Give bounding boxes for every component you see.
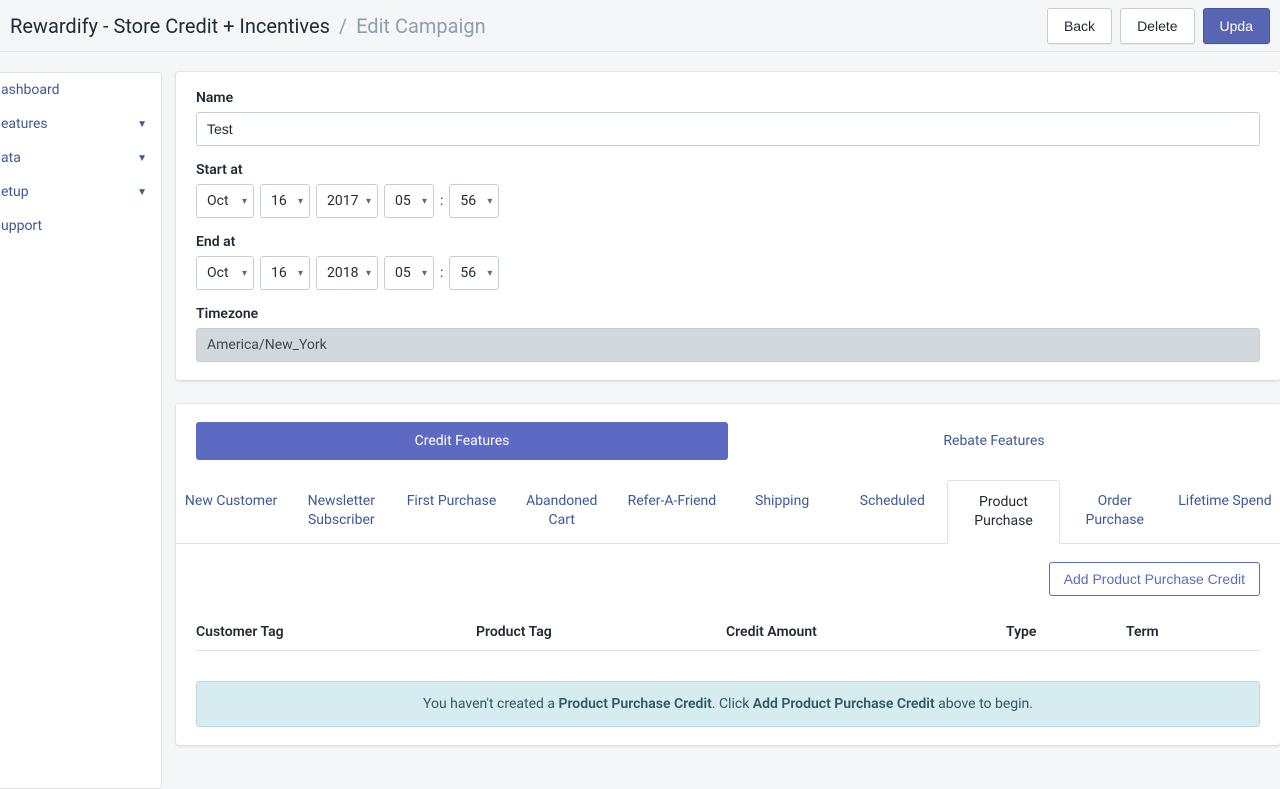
back-button[interactable]: Back xyxy=(1047,8,1112,44)
start-year-select[interactable]: 2017 xyxy=(316,184,378,218)
end-at-row: Oct 16 2018 05 : 56 xyxy=(196,256,1260,290)
page-title: Edit Campaign xyxy=(356,14,486,38)
col-term: Term xyxy=(1126,624,1260,640)
time-separator: : xyxy=(440,265,443,281)
sidebar-item-features[interactable]: eatures ▼ xyxy=(1,107,161,141)
start-minute-select[interactable]: 56 xyxy=(449,184,499,218)
tab-shipping[interactable]: Shipping xyxy=(727,480,837,543)
tab-rebate-features[interactable]: Rebate Features xyxy=(728,422,1260,460)
name-input[interactable] xyxy=(196,112,1260,146)
caret-down-icon: ▼ xyxy=(137,187,147,198)
update-button[interactable]: Upda xyxy=(1203,8,1270,44)
end-minute-select[interactable]: 56 xyxy=(449,256,499,290)
secondary-tabs: New Customer Newsletter Subscriber First… xyxy=(176,480,1280,544)
col-type: Type xyxy=(1006,624,1126,640)
breadcrumb-separator: / xyxy=(339,14,347,38)
features-card: Credit Features Rebate Features New Cust… xyxy=(176,404,1280,745)
campaign-form-card: Name Start at Oct 16 2017 05 : 56 End at… xyxy=(176,72,1280,380)
sidebar-item-dashboard[interactable]: ashboard xyxy=(1,73,161,107)
tab-credit-features[interactable]: Credit Features xyxy=(196,422,728,460)
tab-first-purchase[interactable]: First Purchase xyxy=(396,480,506,543)
breadcrumb: Rewardify - Store Credit + Incentives / … xyxy=(10,14,486,38)
tab-order-purchase[interactable]: Order Purchase xyxy=(1060,480,1170,543)
tab-refer-a-friend[interactable]: Refer-A-Friend xyxy=(617,480,727,543)
tab-scheduled[interactable]: Scheduled xyxy=(837,480,947,543)
start-hour-select[interactable]: 05 xyxy=(384,184,434,218)
main-content: Name Start at Oct 16 2017 05 : 56 End at… xyxy=(162,52,1280,789)
end-year-select[interactable]: 2018 xyxy=(316,256,378,290)
end-hour-select[interactable]: 05 xyxy=(384,256,434,290)
sidebar-item-label: ashboard xyxy=(1,82,60,98)
tab-newsletter-subscriber[interactable]: Newsletter Subscriber xyxy=(286,480,396,543)
sidebar: ashboard eatures ▼ ata ▼ etup ▼ upport xyxy=(0,72,162,789)
sidebar-item-setup[interactable]: etup ▼ xyxy=(1,175,161,209)
end-at-label: End at xyxy=(196,234,1260,250)
end-month-select[interactable]: Oct xyxy=(196,256,254,290)
sidebar-item-label: upport xyxy=(1,218,42,234)
sidebar-item-label: etup xyxy=(1,184,29,200)
primary-tabs: Credit Features Rebate Features xyxy=(196,422,1260,460)
col-product-tag: Product Tag xyxy=(476,624,726,640)
sidebar-item-label: eatures xyxy=(1,116,48,132)
tab-new-customer[interactable]: New Customer xyxy=(176,480,286,543)
timezone-label: Timezone xyxy=(196,306,1260,322)
start-day-select[interactable]: 16 xyxy=(260,184,310,218)
start-at-row: Oct 16 2017 05 : 56 xyxy=(196,184,1260,218)
timezone-field: America/New_York xyxy=(196,328,1260,362)
topbar: Rewardify - Store Credit + Incentives / … xyxy=(0,0,1280,52)
col-customer-tag: Customer Tag xyxy=(196,624,476,640)
name-label: Name xyxy=(196,90,1260,106)
col-credit-amount: Credit Amount xyxy=(726,624,1006,640)
caret-down-icon: ▼ xyxy=(137,153,147,164)
tab-product-purchase[interactable]: Product Purchase xyxy=(947,480,1059,544)
sidebar-item-support[interactable]: upport xyxy=(1,209,161,243)
sidebar-item-label: ata xyxy=(1,150,21,166)
table-header: Customer Tag Product Tag Credit Amount T… xyxy=(196,614,1260,651)
add-product-purchase-credit-button[interactable]: Add Product Purchase Credit xyxy=(1049,562,1260,596)
delete-button[interactable]: Delete xyxy=(1120,8,1194,44)
topbar-actions: Back Delete Upda xyxy=(1047,8,1270,44)
time-separator: : xyxy=(440,193,443,209)
tab-abandoned-cart[interactable]: Abandoned Cart xyxy=(507,480,617,543)
tab-lifetime-spend[interactable]: Lifetime Spend xyxy=(1170,480,1280,543)
start-at-label: Start at xyxy=(196,162,1260,178)
app-title: Rewardify - Store Credit + Incentives xyxy=(10,14,330,38)
end-day-select[interactable]: 16 xyxy=(260,256,310,290)
start-month-select[interactable]: Oct xyxy=(196,184,254,218)
section-actions: Add Product Purchase Credit xyxy=(196,544,1260,614)
caret-down-icon: ▼ xyxy=(137,119,147,130)
sidebar-item-data[interactable]: ata ▼ xyxy=(1,141,161,175)
